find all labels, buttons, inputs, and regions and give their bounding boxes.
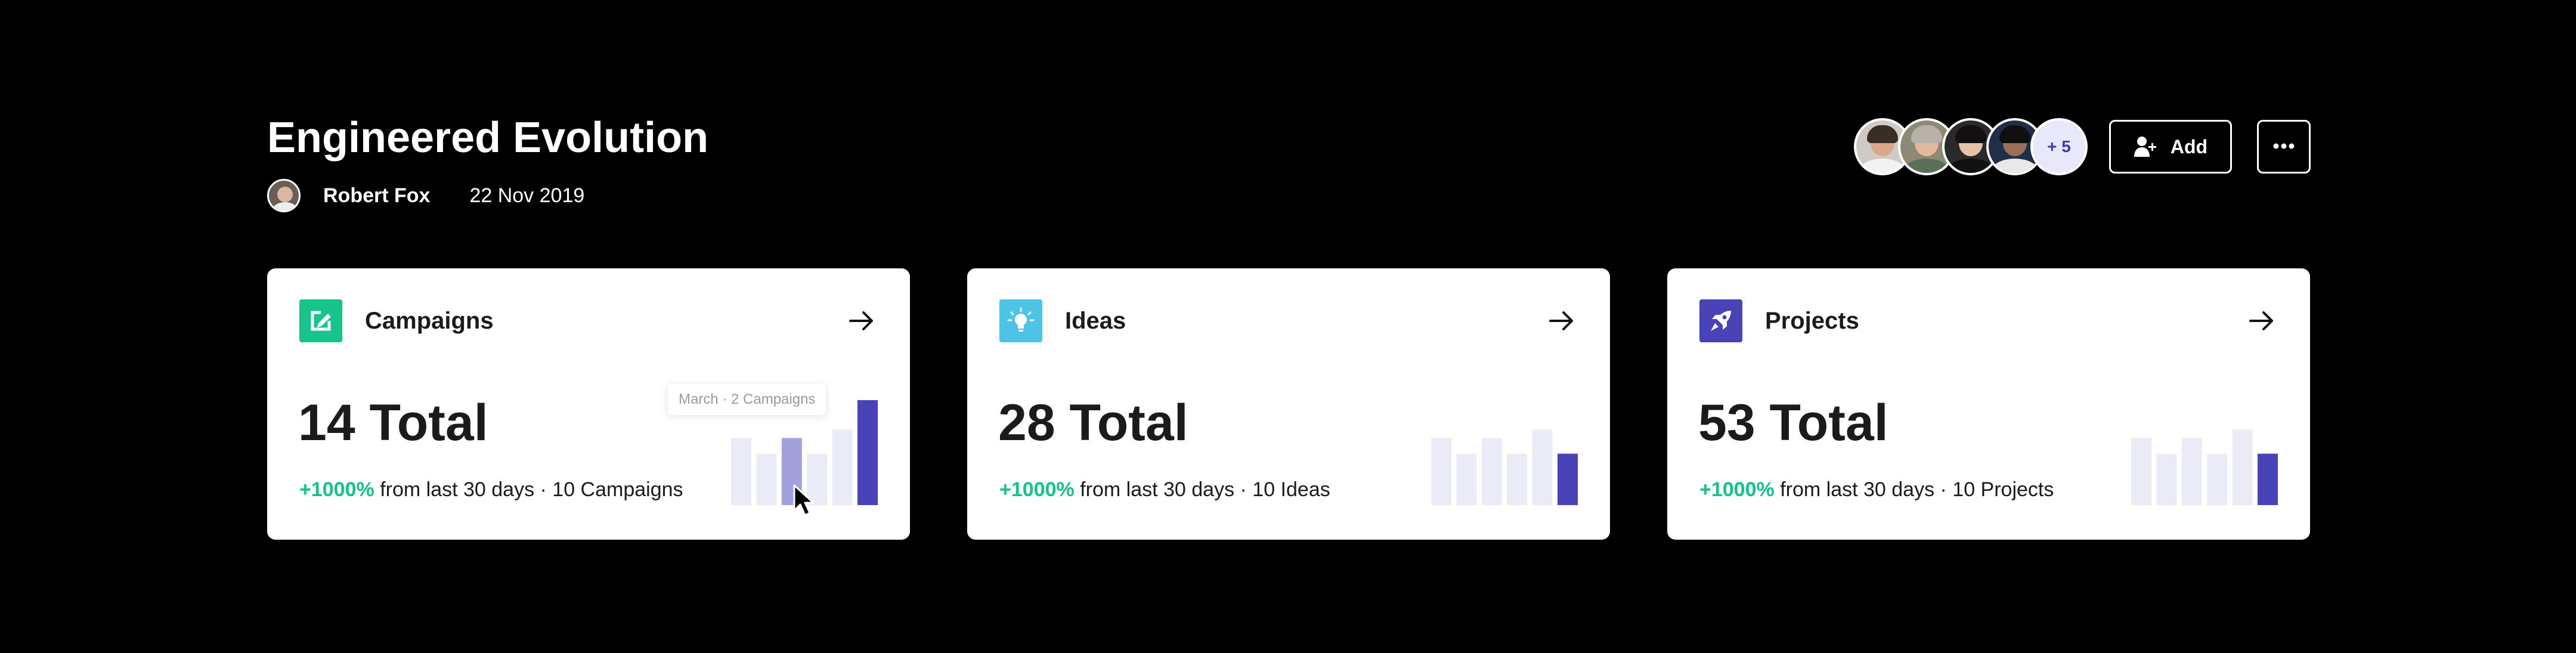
rocket-icon <box>1699 299 1742 342</box>
mini-bar-chart[interactable] <box>2131 400 2278 505</box>
card-title: Projects <box>1765 307 1859 334</box>
chart-bar[interactable] <box>2207 453 2228 505</box>
mini-bar-chart[interactable] <box>1431 400 1578 505</box>
change-percent: +1000% <box>999 478 1075 501</box>
chart-bar[interactable] <box>731 438 751 505</box>
card-total: 28 Total <box>998 394 1188 451</box>
more-horizontal-icon <box>2273 141 2295 152</box>
more-options-button[interactable] <box>2257 120 2311 174</box>
card-header: Projects <box>1699 299 1859 342</box>
edit-square-icon <box>299 299 342 342</box>
arrow-right-icon[interactable] <box>2249 310 2274 332</box>
card-header: Ideas <box>999 299 1126 342</box>
chart-bar[interactable] <box>1456 453 1477 505</box>
chart-bar[interactable] <box>2131 438 2151 505</box>
card-projects[interactable]: Projects 53 Total +1000% from last 30 da… <box>1667 268 2310 540</box>
add-button-label: Add <box>2170 135 2208 157</box>
page-title: Engineered Evolution <box>267 114 709 162</box>
change-detail: from last 30 days · 10 Campaigns <box>380 478 683 501</box>
chart-bar[interactable] <box>2181 438 2202 505</box>
bar-tooltip: March · 2 Campaigns <box>668 384 826 415</box>
mouse-cursor-icon <box>793 484 815 516</box>
lightbulb-icon <box>999 299 1042 342</box>
card-ideas[interactable]: Ideas 28 Total +1000% from last 30 days … <box>967 268 1610 540</box>
chart-bar[interactable] <box>1507 453 1528 505</box>
post-date: 22 Nov 2019 <box>469 184 585 207</box>
page: Engineered Evolution Robert Fox 22 Nov 2… <box>0 0 2576 653</box>
team-avatars[interactable]: + 5 <box>1854 118 2088 175</box>
change-percent: +1000% <box>1699 478 1775 501</box>
author-name[interactable]: Robert Fox <box>323 184 430 208</box>
author-avatar[interactable] <box>267 179 301 212</box>
change-detail: from last 30 days · 10 Ideas <box>1080 478 1330 501</box>
change-detail: from last 30 days · 10 Projects <box>1780 478 2054 501</box>
header-actions: + 5 Add <box>1854 118 2311 175</box>
card-change: +1000% from last 30 days · 10 Campaigns <box>299 478 683 502</box>
chart-bar[interactable] <box>2156 453 2177 505</box>
card-campaigns[interactable]: Campaigns 14 Total +1000% from last 30 d… <box>267 268 910 540</box>
card-change: +1000% from last 30 days · 10 Ideas <box>999 478 1330 502</box>
card-header: Campaigns <box>299 299 494 342</box>
card-title: Ideas <box>1065 307 1126 334</box>
card-title: Campaigns <box>365 307 494 334</box>
meta-row: Robert Fox 22 Nov 2019 <box>267 179 584 212</box>
card-total: 53 Total <box>1698 394 1888 451</box>
chart-bar[interactable] <box>2232 429 2253 505</box>
more-members-badge[interactable]: + 5 <box>2030 118 2088 175</box>
card-total: 14 Total <box>298 394 488 451</box>
arrow-right-icon[interactable] <box>849 310 874 332</box>
chart-bar[interactable] <box>857 400 878 505</box>
chart-bar[interactable] <box>756 453 777 505</box>
page-header: Engineered Evolution <box>267 116 708 159</box>
chart-bar[interactable] <box>1558 453 1578 505</box>
chart-bar[interactable] <box>1481 438 1502 505</box>
card-change: +1000% from last 30 days · 10 Projects <box>1699 478 2054 502</box>
chart-bar[interactable] <box>1532 429 1553 505</box>
add-member-button[interactable]: Add <box>2109 120 2232 174</box>
add-user-icon <box>2134 136 2157 157</box>
chart-bar[interactable] <box>1431 438 1451 505</box>
change-percent: +1000% <box>299 478 374 501</box>
arrow-right-icon[interactable] <box>1549 310 1574 332</box>
chart-bar[interactable] <box>832 429 853 505</box>
chart-bar[interactable] <box>2258 453 2278 505</box>
